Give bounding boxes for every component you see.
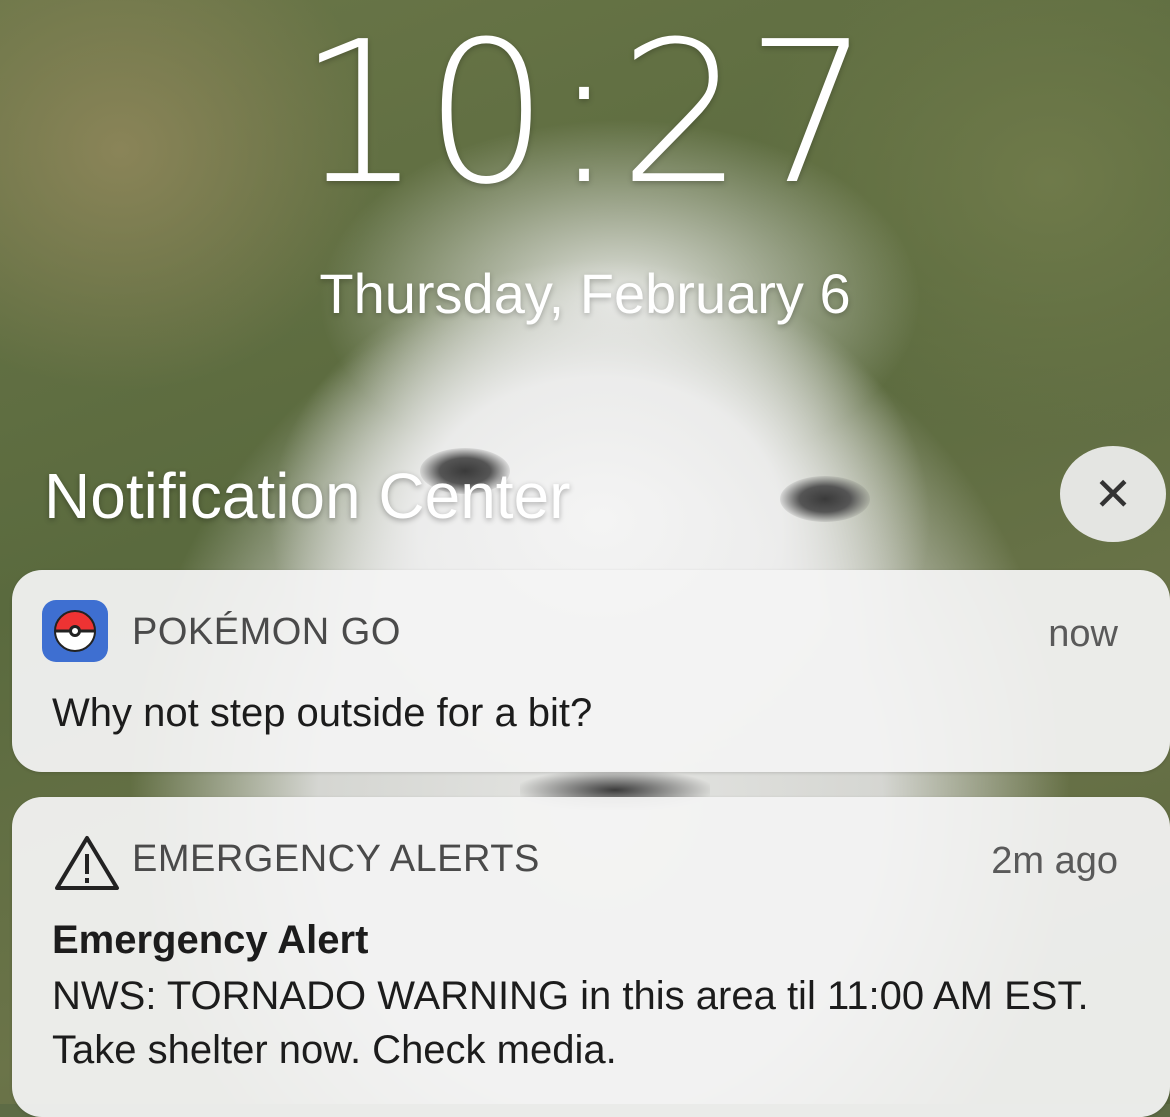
notification-timestamp: 2m ago [991,840,1118,882]
dog-right-eye [780,476,870,522]
warning-triangle-icon [55,836,119,890]
notification-message: Why not step outside for a bit? [52,691,593,735]
clear-notifications-button[interactable]: ✕ [1060,446,1166,542]
pokeball-icon [42,600,108,662]
notification-app-name: EMERGENCY ALERTS [132,838,540,880]
lockscreen-date: Thursday, February 6 [319,262,851,325]
notification-center-title: Notification Center [44,460,571,532]
lockscreen-clock: 10:27 [297,0,873,228]
notification-pokemon-go[interactable]: POKÉMON GO now Why not step outside for … [12,570,1170,772]
notification-timestamp: now [1048,613,1118,655]
notification-message: NWS: TORNADO WARNING in this area til 11… [52,974,1089,1072]
notification-app-name: POKÉMON GO [132,611,401,653]
notification-emergency-alert[interactable]: EMERGENCY ALERTS 2m ago Emergency Alert … [12,797,1170,1117]
notification-title: Emergency Alert [52,918,369,962]
close-icon: ✕ [1093,468,1133,520]
